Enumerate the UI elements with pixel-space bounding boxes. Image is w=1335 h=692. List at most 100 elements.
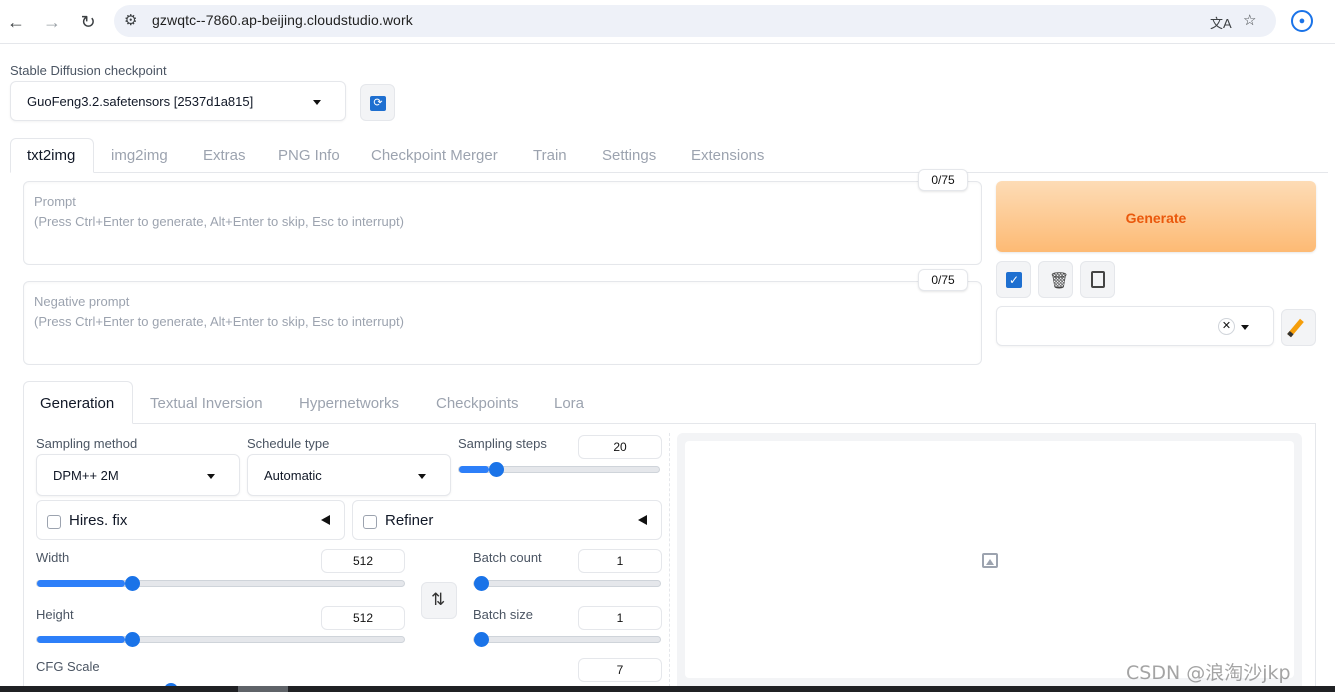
schedule-type-label: Schedule type: [247, 436, 330, 451]
refiner-checkbox[interactable]: [363, 515, 377, 529]
sampling-steps-fill: [459, 466, 489, 473]
sampling-steps-label: Sampling steps: [458, 436, 547, 451]
sampling-steps-slider[interactable]: [458, 462, 660, 477]
taskbar-strip: [0, 686, 1335, 692]
browser-toolbar: ← → ↻ ⚙ gzwqtc--7860.ap-beijing.cloudstu…: [0, 0, 1335, 44]
panel-border-right: [1315, 423, 1316, 692]
negative-prompt-placeholder-title: Negative prompt: [34, 294, 130, 309]
tab-lora[interactable]: Lora: [554, 395, 584, 412]
width-fill: [37, 580, 126, 587]
swap-dimensions-button[interactable]: ⇅: [421, 582, 457, 619]
clear-icon[interactable]: ✕: [1218, 318, 1235, 335]
sampling-steps-thumb[interactable]: [489, 462, 504, 477]
checkbox-icon: ✓: [1006, 272, 1022, 288]
collapse-arrow-icon[interactable]: [321, 515, 330, 525]
output-panel: [677, 433, 1302, 692]
batch-count-input[interactable]: 1: [578, 549, 662, 573]
generate-button[interactable]: Generate: [996, 181, 1316, 252]
collapse-arrow-icon[interactable]: [638, 515, 647, 525]
tab-png-info[interactable]: PNG Info: [278, 147, 340, 164]
sampling-steps-input[interactable]: 20: [578, 435, 662, 459]
height-fill: [37, 636, 126, 643]
tab-checkpoints[interactable]: Checkpoints: [436, 395, 519, 412]
chevron-down-icon: [313, 100, 321, 105]
address-bar[interactable]: ⚙ gzwqtc--7860.ap-beijing.cloudstudio.wo…: [114, 5, 1276, 37]
schedule-type-value: Automatic: [264, 468, 322, 483]
tab-checkpoint-merger[interactable]: Checkpoint Merger: [371, 147, 498, 164]
prompt-placeholder-hint: (Press Ctrl+Enter to generate, Alt+Enter…: [34, 214, 404, 229]
hires-fix-accordion[interactable]: Hires. fix: [36, 500, 345, 540]
chevron-down-icon: [418, 474, 426, 479]
sampling-method-value: DPM++ 2M: [53, 468, 119, 483]
translate-icon[interactable]: 文A: [1210, 13, 1232, 32]
edit-styles-button[interactable]: [1281, 309, 1316, 346]
tab-extras[interactable]: Extras: [203, 147, 246, 164]
tab-textual-inversion[interactable]: Textual Inversion: [150, 395, 263, 412]
refresh-checkpoint-button[interactable]: ⟳: [360, 84, 395, 121]
cfg-scale-input[interactable]: 7: [578, 658, 662, 682]
batch-size-thumb[interactable]: [474, 632, 489, 647]
width-slider[interactable]: [36, 576, 405, 591]
tab-extensions[interactable]: Extensions: [691, 147, 764, 164]
sampling-method-label: Sampling method: [36, 436, 138, 451]
panel-split: [669, 433, 670, 692]
hires-fix-label: Hires. fix: [69, 512, 128, 529]
batch-count-thumb[interactable]: [474, 576, 489, 591]
profile-icon[interactable]: ●: [1291, 10, 1313, 32]
reload-icon[interactable]: ↻: [76, 10, 100, 34]
chevron-down-icon: [1241, 325, 1249, 330]
tab-txt2img[interactable]: txt2img: [27, 147, 75, 164]
clipboard-icon: [1091, 271, 1105, 288]
negative-prompt-placeholder-hint: (Press Ctrl+Enter to generate, Alt+Enter…: [34, 314, 404, 329]
forward-icon[interactable]: →: [40, 10, 64, 34]
batch-size-slider[interactable]: [473, 632, 661, 647]
show-extra-networks-button[interactable]: ✓: [996, 261, 1031, 298]
batch-count-label: Batch count: [473, 550, 542, 565]
image-gallery[interactable]: [685, 441, 1294, 678]
subtab-divider: [23, 423, 1316, 424]
site-info-icon[interactable]: ⚙: [124, 11, 137, 29]
height-thumb[interactable]: [125, 632, 141, 647]
tab-settings[interactable]: Settings: [602, 147, 656, 164]
checkpoint-value: GuoFeng3.2.safetensors [2537d1a815]: [27, 94, 254, 109]
tab-hypernetworks[interactable]: Hypernetworks: [299, 395, 399, 412]
trash-icon: 🗑: [1049, 273, 1070, 290]
batch-size-input[interactable]: 1: [578, 606, 662, 630]
height-slider[interactable]: [36, 632, 405, 647]
styles-dropdown[interactable]: ✕: [996, 306, 1274, 346]
height-input[interactable]: 512: [321, 606, 405, 630]
sampling-method-dropdown[interactable]: DPM++ 2M: [36, 454, 240, 496]
generate-label: Generate: [1125, 210, 1187, 226]
height-label: Height: [36, 607, 74, 622]
chevron-down-icon: [207, 474, 215, 479]
image-icon: [982, 553, 998, 568]
width-label: Width: [36, 550, 70, 565]
schedule-type-dropdown[interactable]: Automatic: [247, 454, 451, 496]
negative-prompt-token-counter: 0/75: [918, 269, 968, 291]
paint-brush-icon: [1287, 318, 1304, 338]
tab-divider: [10, 172, 1328, 173]
tab-train[interactable]: Train: [533, 147, 567, 164]
width-thumb[interactable]: [125, 576, 141, 591]
checkpoint-label: Stable Diffusion checkpoint: [10, 63, 167, 78]
tab-generation[interactable]: Generation: [40, 395, 114, 412]
scroll-indicator: [238, 686, 288, 692]
star-icon[interactable]: ☆: [1243, 11, 1256, 29]
panel-border-left: [23, 423, 24, 692]
watermark-text: CSDN @浪淘沙jkp: [1126, 662, 1291, 684]
back-icon[interactable]: ←: [4, 10, 28, 34]
checkpoint-dropdown[interactable]: GuoFeng3.2.safetensors [2537d1a815]: [10, 81, 346, 121]
batch-size-label: Batch size: [473, 607, 533, 622]
prompt-placeholder-title: Prompt: [34, 194, 76, 209]
prompt-token-counter: 0/75: [918, 169, 968, 191]
negative-prompt-input[interactable]: Negative prompt (Press Ctrl+Enter to gen…: [23, 281, 982, 365]
clear-prompt-button[interactable]: 🗑: [1038, 261, 1073, 298]
tab-img2img[interactable]: img2img: [111, 147, 168, 164]
refiner-accordion[interactable]: Refiner: [352, 500, 662, 540]
width-input[interactable]: 512: [321, 549, 405, 573]
hires-fix-checkbox[interactable]: [47, 515, 61, 529]
batch-count-slider[interactable]: [473, 576, 661, 591]
url-text: gzwqtc--7860.ap-beijing.cloudstudio.work: [152, 12, 413, 28]
prompt-input[interactable]: Prompt (Press Ctrl+Enter to generate, Al…: [23, 181, 982, 265]
paste-button[interactable]: [1080, 261, 1115, 298]
